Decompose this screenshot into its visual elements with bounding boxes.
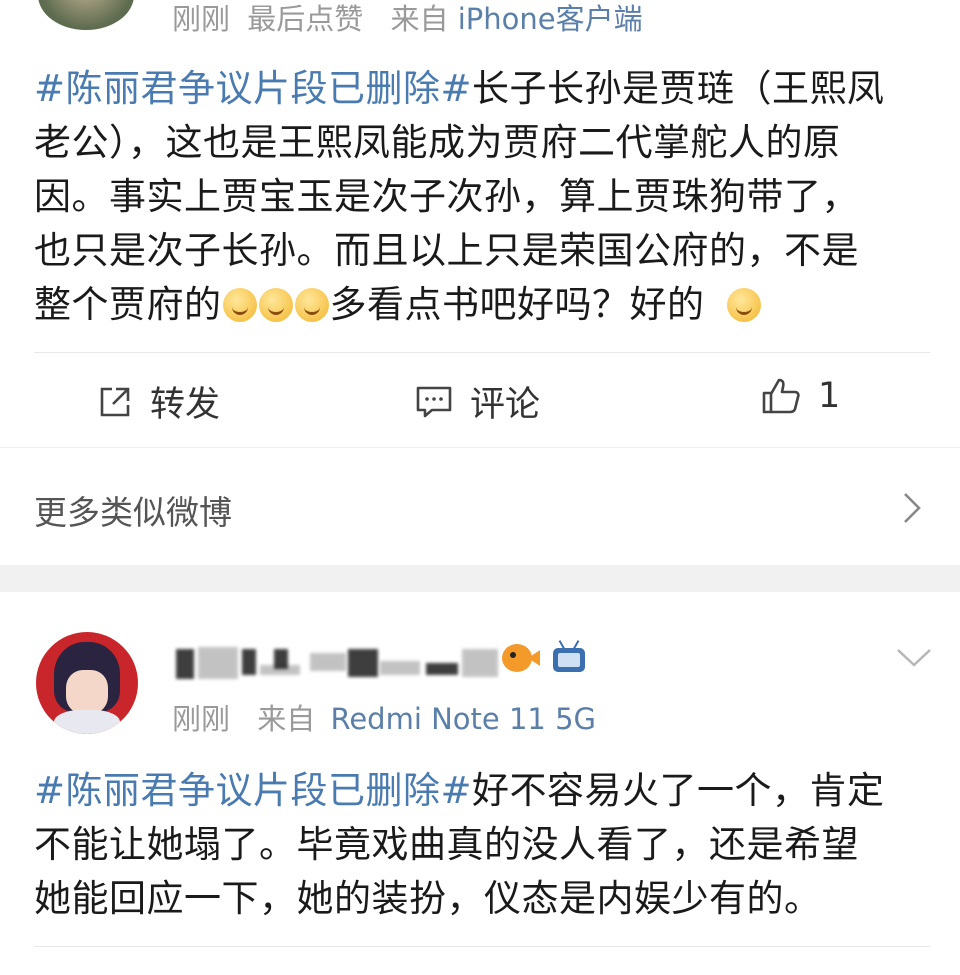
shush-face-icon [222,288,257,322]
post-source[interactable]: iPhone客户端 [458,2,643,36]
post-tail: 多看点书吧好吗？好的 [329,283,705,326]
chevron-down-icon[interactable] [894,646,934,670]
repost-button[interactable]: 转发 [96,376,220,427]
fish-badge-icon[interactable] [500,638,540,678]
username-redacted[interactable] [170,643,510,683]
post-line: 也只是次子长孙。而且以上只是荣国公府的，不是 [34,229,859,272]
post-meta: 刚刚 来自 Redmi Note 11 5G [172,696,596,738]
post-line: #陈丽君争议片段已删除#好不容易火了一个，肯定 [34,769,885,812]
shush-face-icon [258,288,293,322]
post-line: 整个贾府的 多看点书吧好吗？好的 [34,278,934,332]
post-line: 不能让她塌了。毕竟戏曲真的没人看了，还是希望 [34,823,859,866]
post-meta: 刚刚 最后点赞 来自 iPhone客户端 [172,0,643,38]
comment-label: 评论 [470,385,541,425]
post-line: #陈丽君争议片段已删除#长子长孙是贾琏（王熙凤 [34,67,885,110]
divider [0,447,960,448]
repost-label: 转发 [150,385,221,425]
avatar[interactable] [38,0,134,30]
divider [34,946,930,947]
post-line: 老公），这也是王熙凤能成为贾府二代掌舵人的原 [34,121,841,164]
post-time: 刚刚 [172,2,231,36]
post-line: 因。事实上贾宝玉是次子次孙，算上贾珠狗带了， [34,175,859,218]
shush-face-icon [294,288,329,322]
post-liked: 最后点赞 [247,2,364,36]
feed-separator [0,565,960,592]
post-source[interactable]: Redmi Note 11 5G [330,702,596,736]
like-count: 1 [818,376,841,416]
post-line: 她能回应一下，她的装扮，仪态是内娱少有的。 [34,877,822,920]
like-button[interactable]: 1 [760,376,840,416]
topic-link[interactable]: #陈丽君争议片段已删除# [34,67,472,110]
post-body: #陈丽君争议片段已删除#长子长孙是贾琏（王熙凤 老公），这也是王熙凤能成为贾府二… [34,62,934,332]
more-similar-label[interactable]: 更多类似微博 [34,486,232,534]
post-from: 来自 [257,702,316,736]
post-from: 来自 [390,2,449,36]
comment-icon [416,386,452,417]
divider [34,352,930,353]
tv-badge-icon[interactable] [552,640,588,676]
post-body: #陈丽君争议片段已删除#好不容易火了一个，肯定 不能让她塌了。毕竟戏曲真的没人看… [34,764,934,926]
chevron-right-icon[interactable] [900,490,924,526]
repost-icon [100,387,130,416]
comment-button[interactable]: 评论 [414,376,540,427]
post-time: 刚刚 [172,702,231,736]
topic-link[interactable]: #陈丽君争议片段已删除# [34,769,472,812]
smile-face-icon [726,288,761,322]
thumbs-up-icon [762,378,800,414]
avatar[interactable] [36,632,138,734]
